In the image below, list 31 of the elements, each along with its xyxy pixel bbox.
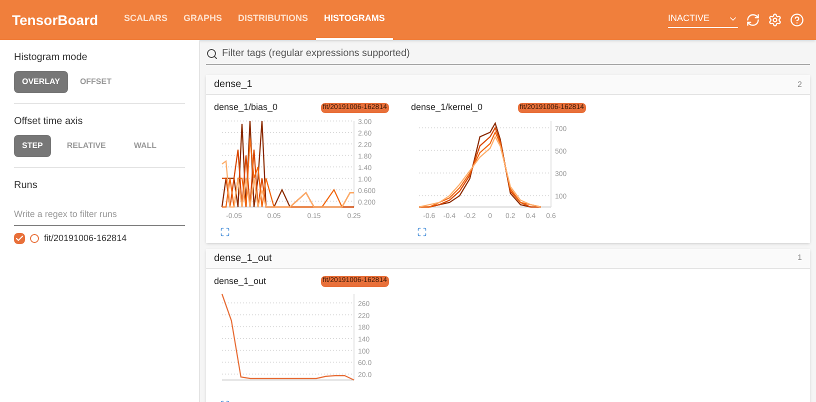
- run-status-select[interactable]: INACTIVE: [668, 12, 738, 28]
- search-icon: [206, 48, 218, 60]
- histogram-title: dense_1_out: [214, 274, 266, 288]
- runs-filter-field[interactable]: Write a regex to filter runs: [14, 208, 185, 226]
- section-count: 1: [798, 252, 802, 264]
- mode-button[interactable]: RELATIVE: [54, 135, 118, 157]
- nav-tab[interactable]: SCALARS: [116, 0, 176, 40]
- settings-icon[interactable]: [768, 13, 782, 27]
- help-icon[interactable]: [790, 13, 804, 27]
- mode-button[interactable]: OFFSET: [72, 71, 120, 93]
- tag-filter-field[interactable]: Filter tags (regular expressions supported): [222, 46, 810, 61]
- nav-tab[interactable]: DISTRIBUTIONS: [230, 0, 316, 40]
- histogram-title: dense_1/kernel_0: [411, 101, 483, 114]
- refresh-icon[interactable]: [746, 13, 760, 27]
- runs-label: Runs: [14, 179, 38, 193]
- nav-tab[interactable]: HISTOGRAMS: [316, 0, 393, 40]
- group-label: Histogram mode: [14, 51, 88, 65]
- mode-button[interactable]: STEP: [14, 135, 51, 157]
- group-label: Offset time axis: [14, 115, 84, 129]
- mode-button[interactable]: OVERLAY: [14, 71, 68, 93]
- section-title: dense_1: [214, 78, 252, 92]
- expand-icon[interactable]: [417, 226, 427, 236]
- app-title: TensorBoard: [12, 10, 100, 30]
- section-count: 2: [798, 78, 802, 90]
- nav-tab[interactable]: GRAPHS: [176, 0, 230, 40]
- histogram-title: dense_1/bias_0: [214, 101, 278, 114]
- mode-button[interactable]: WALL: [122, 135, 169, 157]
- run-checkbox[interactable]: [14, 232, 25, 244]
- run-name: fit/20191006-162814: [44, 232, 127, 244]
- section-title: dense_1_out: [214, 252, 272, 266]
- expand-icon[interactable]: [220, 226, 230, 236]
